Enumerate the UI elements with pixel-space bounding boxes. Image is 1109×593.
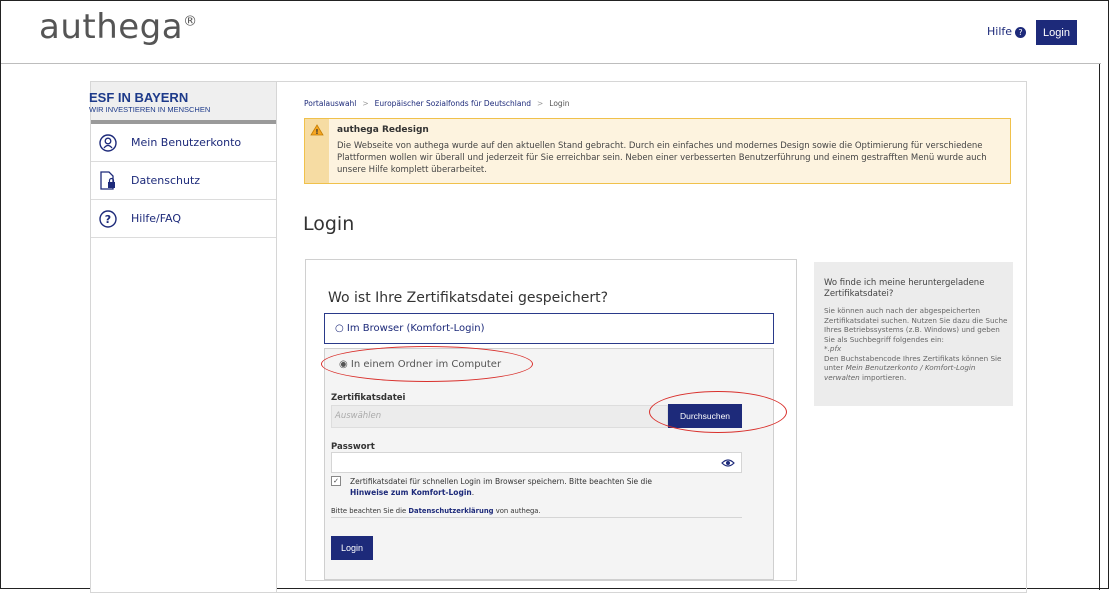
help-link[interactable]: Hilfe? (987, 25, 1027, 38)
help-panel: Wo finde ich meine heruntergeladene Zert… (814, 262, 1013, 406)
login-card: Wo ist Ihre Zertifikatsdatei gespeichert… (305, 259, 797, 581)
question-circle-icon: ? (1015, 26, 1027, 38)
breadcrumb-separator: > (537, 99, 544, 108)
redesign-notice: ! authega Redesign Die Webseite von auth… (304, 118, 1011, 184)
eye-icon[interactable] (721, 457, 735, 469)
user-circle-icon (99, 133, 117, 152)
document-lock-icon (100, 170, 115, 190)
window-frame-right (1099, 1, 1100, 590)
sidebar-item-label: Mein Benutzerkonto (131, 136, 242, 149)
sidebar: ESF IN BAYERN WIR INVESTIEREN IN MENSCHE… (89, 81, 277, 593)
option-browser-radio[interactable]: ○ Im Browser (Komfort-Login) (324, 313, 774, 344)
password-field[interactable] (331, 452, 742, 473)
notice-title: authega Redesign (337, 125, 429, 135)
breadcrumb-current: Login (549, 99, 570, 108)
sidebar-item-label: Datenschutz (131, 174, 201, 187)
login-submit-button[interactable]: Login (331, 536, 373, 560)
svg-text:!: ! (315, 128, 318, 136)
page-title: Login (303, 213, 355, 235)
breadcrumb-separator: > (362, 99, 369, 108)
sidebar-item-datenschutz[interactable]: Datenschutz (91, 162, 276, 200)
sidebar-item-label: Hilfe/FAQ (131, 212, 182, 225)
save-in-browser-checkbox[interactable]: ✓ (331, 476, 341, 486)
privacy-policy-link[interactable]: Datenschutzerklärung (408, 507, 493, 515)
esf-brand: ESF IN BAYERN WIR INVESTIEREN IN MENSCHE… (89, 82, 276, 124)
sidebar-item-hilfe-faq[interactable]: ? Hilfe/FAQ (91, 200, 276, 238)
notice-text: Die Webseite von authega wurde auf den a… (337, 141, 987, 175)
help-panel-text: Sie können auch nach der abgespeicherten… (824, 306, 1008, 382)
radio-checked-icon: ◉ (339, 359, 348, 370)
form-divider (331, 517, 742, 518)
option-browser-label: Im Browser (Komfort-Login) (346, 323, 485, 334)
help-panel-title: Wo finde ich meine heruntergeladene Zert… (824, 278, 985, 299)
privacy-hint: Bitte beachten Sie die Datenschutzerklär… (331, 507, 541, 515)
option-folder-label: In einem Ordner im Computer (350, 359, 502, 370)
browse-button[interactable]: Durchsuchen (668, 404, 742, 428)
question-circle-icon: ? (99, 209, 117, 228)
warning-icon: ! (305, 119, 329, 183)
authega-logo[interactable]: authega® (39, 7, 198, 47)
radio-unchecked-icon: ○ (335, 323, 344, 334)
breadcrumb-portalauswahl[interactable]: Portalauswahl (304, 99, 356, 108)
top-bar: authega® Hilfe? Login (1, 1, 1101, 64)
breadcrumb-esf[interactable]: Europäischer Sozialfonds für Deutschland (375, 99, 531, 108)
komfort-login-hint-link[interactable]: Hinweise zum Komfort-Login (350, 488, 472, 497)
esf-brand-title: ESF IN BAYERN (89, 90, 189, 105)
save-in-browser-text: Zertifikatsdatei für schnellen Login im … (350, 477, 652, 497)
option-folder-radio[interactable]: ◉ In einem Ordner im Computer (339, 359, 501, 370)
certificate-file-input[interactable]: Auswählen (331, 405, 668, 428)
header-login-button[interactable]: Login (1036, 20, 1077, 45)
esf-brand-subtitle: WIR INVESTIEREN IN MENSCHEN (89, 105, 211, 114)
svg-text:?: ? (105, 213, 111, 226)
sidebar-item-benutzerkonto[interactable]: Mein Benutzerkonto (91, 124, 276, 162)
certificate-location-question: Wo ist Ihre Zertifikatsdatei gespeichert… (328, 290, 609, 306)
password-label: Passwort (331, 442, 375, 452)
certificate-file-label: Zertifikatsdatei (331, 393, 406, 403)
main-content: Portalauswahl > Europäischer Sozialfonds f… (276, 81, 1027, 593)
breadcrumb: Portalauswahl > Europäischer Sozialfonds f… (304, 99, 570, 108)
